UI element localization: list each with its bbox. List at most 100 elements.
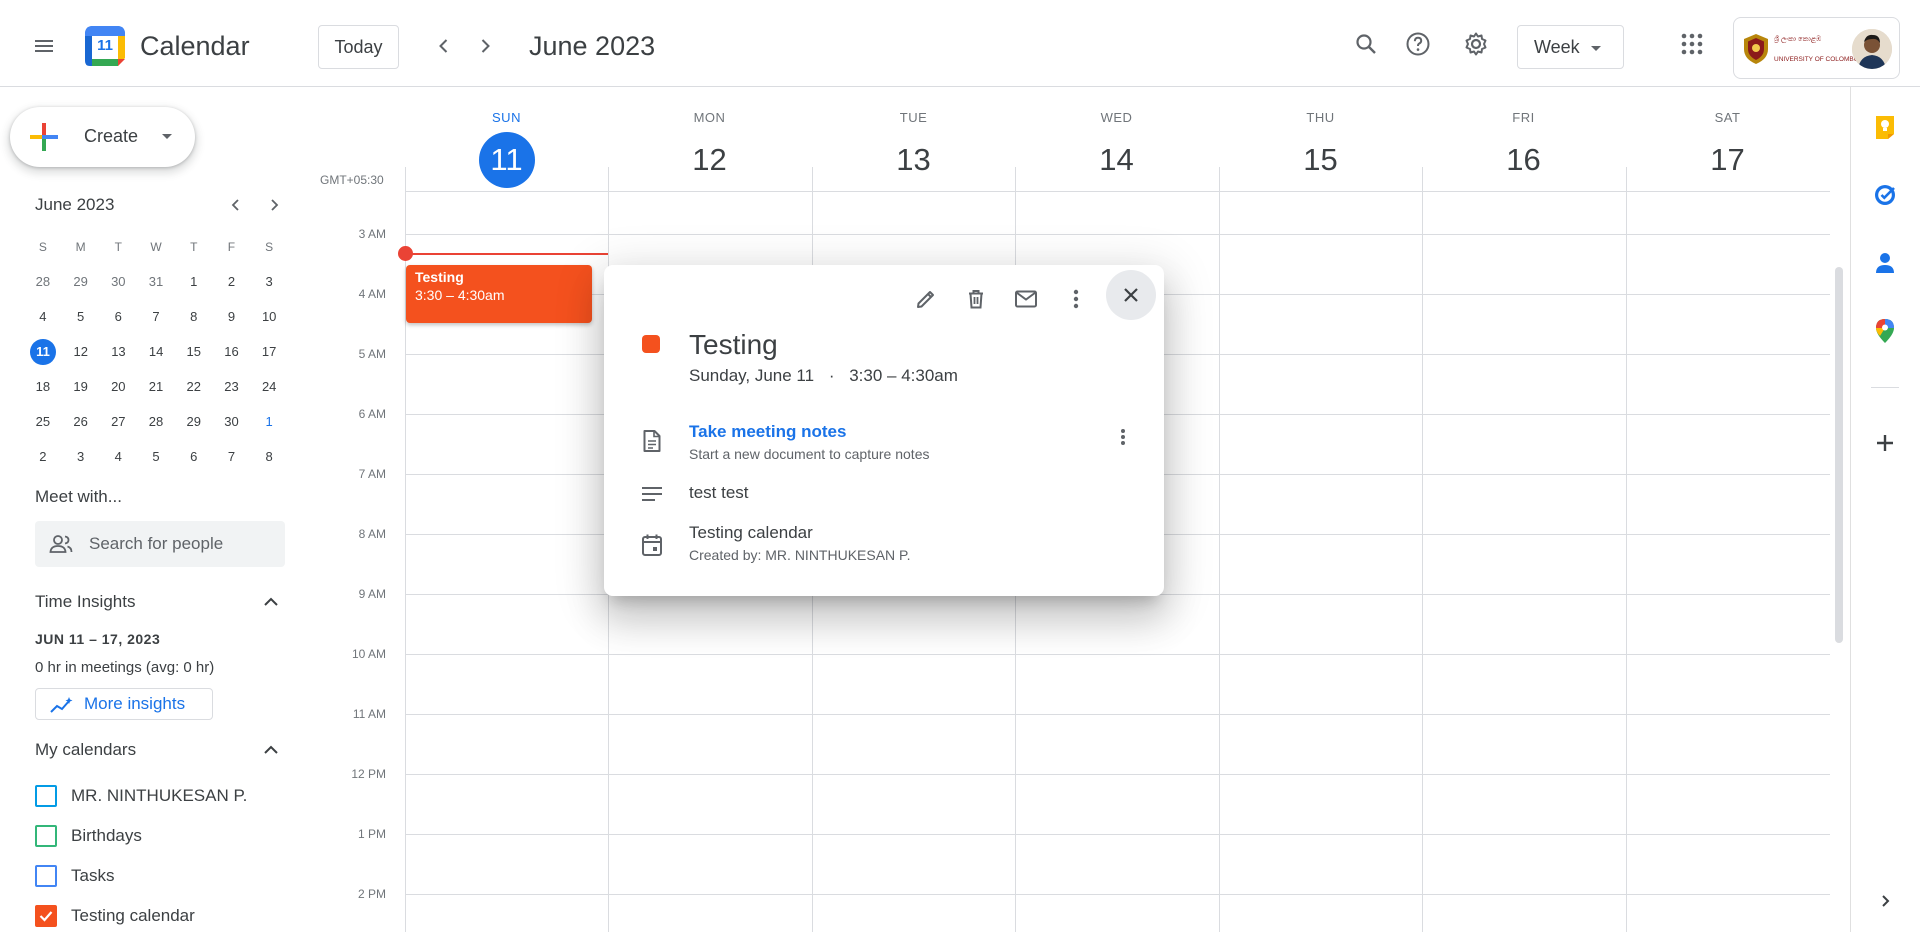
day-number[interactable]: 17 bbox=[1700, 132, 1756, 188]
maps-icon[interactable] bbox=[1863, 309, 1907, 353]
search-icon[interactable] bbox=[1344, 22, 1388, 66]
day-number[interactable]: 11 bbox=[478, 132, 535, 188]
mini-calendar-day[interactable]: 27 bbox=[99, 409, 137, 435]
calendar-checkbox-checked[interactable] bbox=[35, 905, 57, 927]
event-creator: Created by: MR. NINTHUKESAN P. bbox=[689, 547, 911, 563]
add-addon-plus-icon[interactable] bbox=[1863, 421, 1907, 465]
column-divider bbox=[1626, 167, 1627, 932]
calendar-checkbox[interactable] bbox=[35, 785, 57, 807]
mini-calendar-day[interactable]: 14 bbox=[137, 339, 175, 365]
main-menu-icon[interactable] bbox=[20, 22, 68, 70]
next-week-icon[interactable] bbox=[467, 28, 503, 64]
calendar-checkbox[interactable] bbox=[35, 865, 57, 887]
mini-calendar-day[interactable]: 10 bbox=[250, 304, 288, 330]
mini-calendar-day[interactable]: 6 bbox=[175, 444, 213, 470]
mini-calendar-day[interactable]: 26 bbox=[62, 409, 100, 435]
mini-calendar-prev-icon[interactable] bbox=[224, 193, 248, 217]
collapse-my-calendars-icon[interactable] bbox=[258, 737, 284, 763]
mini-calendar-day[interactable]: 15 bbox=[175, 339, 213, 365]
mini-calendar-day[interactable]: 2 bbox=[213, 269, 251, 295]
current-time-line bbox=[405, 253, 608, 255]
mini-calendar-day[interactable]: 18 bbox=[24, 374, 62, 400]
event-chip[interactable]: Testing 3:30 – 4:30am bbox=[406, 265, 592, 323]
close-icon[interactable] bbox=[1106, 270, 1156, 320]
search-people-input[interactable]: Search for people bbox=[35, 521, 285, 567]
day-number[interactable]: 14 bbox=[1089, 132, 1145, 188]
expand-panel-chevron-icon[interactable] bbox=[1869, 885, 1901, 917]
mini-calendar-day[interactable]: 8 bbox=[175, 304, 213, 330]
view-selector-button[interactable]: Week bbox=[1517, 25, 1624, 69]
mini-calendar-day[interactable]: 3 bbox=[250, 269, 288, 295]
mini-calendar-day[interactable]: 28 bbox=[137, 409, 175, 435]
calendar-item-ninthukesan[interactable]: MR. NINTHUKESAN P. bbox=[35, 781, 247, 811]
help-icon[interactable] bbox=[1396, 22, 1440, 66]
view-selector-label: Week bbox=[1534, 36, 1580, 57]
day-number[interactable]: 16 bbox=[1496, 132, 1552, 188]
mini-calendar-day[interactable]: 2 bbox=[24, 444, 62, 470]
mini-calendar-next-icon[interactable] bbox=[262, 193, 286, 217]
mini-calendar-day[interactable]: 1 bbox=[175, 269, 213, 295]
day-number[interactable]: 15 bbox=[1293, 132, 1349, 188]
mini-calendar-day[interactable]: 30 bbox=[213, 409, 251, 435]
grid-scrollbar[interactable] bbox=[1835, 267, 1843, 643]
mini-calendar-day[interactable]: 17 bbox=[250, 339, 288, 365]
day-number[interactable]: 13 bbox=[886, 132, 942, 188]
mini-calendar-day[interactable]: 22 bbox=[175, 374, 213, 400]
mini-calendar-day[interactable]: 25 bbox=[24, 409, 62, 435]
mini-calendar-day[interactable]: 31 bbox=[137, 269, 175, 295]
mini-calendar-day[interactable]: 20 bbox=[99, 374, 137, 400]
calendar-item-label: Birthdays bbox=[71, 826, 142, 845]
mini-calendar-day[interactable]: 3 bbox=[62, 444, 100, 470]
previous-week-icon[interactable] bbox=[426, 28, 462, 64]
mini-calendar-day[interactable]: 21 bbox=[137, 374, 175, 400]
side-panel-rail bbox=[1850, 87, 1920, 932]
create-dropdown-caret-icon[interactable] bbox=[162, 134, 172, 139]
avatar[interactable] bbox=[1852, 29, 1892, 69]
mini-calendar-day[interactable]: 12 bbox=[62, 339, 100, 365]
calendar-item-tasks[interactable]: Tasks bbox=[35, 861, 114, 891]
settings-gear-icon[interactable] bbox=[1454, 22, 1498, 66]
mini-calendar-day[interactable]: 4 bbox=[24, 304, 62, 330]
mini-calendar-day[interactable]: 9 bbox=[213, 304, 251, 330]
take-meeting-notes-link[interactable]: Take meeting notes bbox=[689, 422, 846, 442]
mini-calendar-day-selected[interactable]: 11 bbox=[30, 338, 56, 365]
calendar-item-testing[interactable]: Testing calendar bbox=[35, 901, 195, 931]
mini-calendar-day[interactable]: 29 bbox=[175, 409, 213, 435]
calendar-logo-icon[interactable]: 11 bbox=[84, 25, 126, 67]
collapse-time-insights-icon[interactable] bbox=[258, 589, 284, 615]
mini-calendar-day[interactable]: 7 bbox=[137, 304, 175, 330]
contacts-icon[interactable] bbox=[1863, 241, 1907, 285]
mini-calendar-day[interactable]: 24 bbox=[250, 374, 288, 400]
google-apps-icon[interactable] bbox=[1670, 22, 1714, 66]
mini-calendar-day[interactable]: 29 bbox=[62, 269, 100, 295]
email-guests-icon[interactable] bbox=[1006, 279, 1046, 319]
mini-calendar-day[interactable]: 5 bbox=[137, 444, 175, 470]
notes-more-options-icon[interactable] bbox=[1108, 422, 1138, 452]
mini-calendar-day[interactable]: 8 bbox=[250, 444, 288, 470]
mini-calendar-day[interactable]: 16 bbox=[213, 339, 251, 365]
mini-calendar-day[interactable]: 1 bbox=[250, 409, 288, 435]
create-button[interactable]: Create bbox=[10, 107, 195, 167]
column-divider bbox=[1422, 167, 1423, 932]
more-options-icon[interactable] bbox=[1056, 279, 1096, 319]
mini-calendar-day[interactable]: 13 bbox=[100, 339, 138, 365]
mini-calendar-day[interactable]: 4 bbox=[99, 444, 137, 470]
mini-calendar-day[interactable]: 30 bbox=[99, 269, 137, 295]
calendar-item-birthdays[interactable]: Birthdays bbox=[35, 821, 142, 851]
more-insights-button[interactable]: More insights bbox=[35, 688, 213, 720]
mini-calendar-day[interactable]: 5 bbox=[62, 304, 100, 330]
mini-calendar-day[interactable]: 19 bbox=[62, 374, 100, 400]
delete-trash-icon[interactable] bbox=[956, 279, 996, 319]
keep-icon[interactable] bbox=[1863, 105, 1907, 149]
today-button[interactable]: Today bbox=[318, 25, 399, 69]
calendar-item-label: MR. NINTHUKESAN P. bbox=[71, 786, 248, 805]
calendar-checkbox[interactable] bbox=[35, 825, 57, 847]
tasks-icon[interactable] bbox=[1863, 173, 1907, 217]
edit-pencil-icon[interactable] bbox=[906, 279, 946, 319]
mini-calendar-day[interactable]: 28 bbox=[24, 269, 62, 295]
mini-calendar-day[interactable]: 6 bbox=[99, 304, 137, 330]
account-switcher[interactable]: ශ්‍රී ලංකා කොළඹ UNIVERSITY OF COLOMBO bbox=[1733, 17, 1900, 79]
mini-calendar-day[interactable]: 7 bbox=[213, 444, 251, 470]
mini-calendar-day[interactable]: 23 bbox=[213, 374, 251, 400]
day-number[interactable]: 12 bbox=[682, 132, 738, 188]
